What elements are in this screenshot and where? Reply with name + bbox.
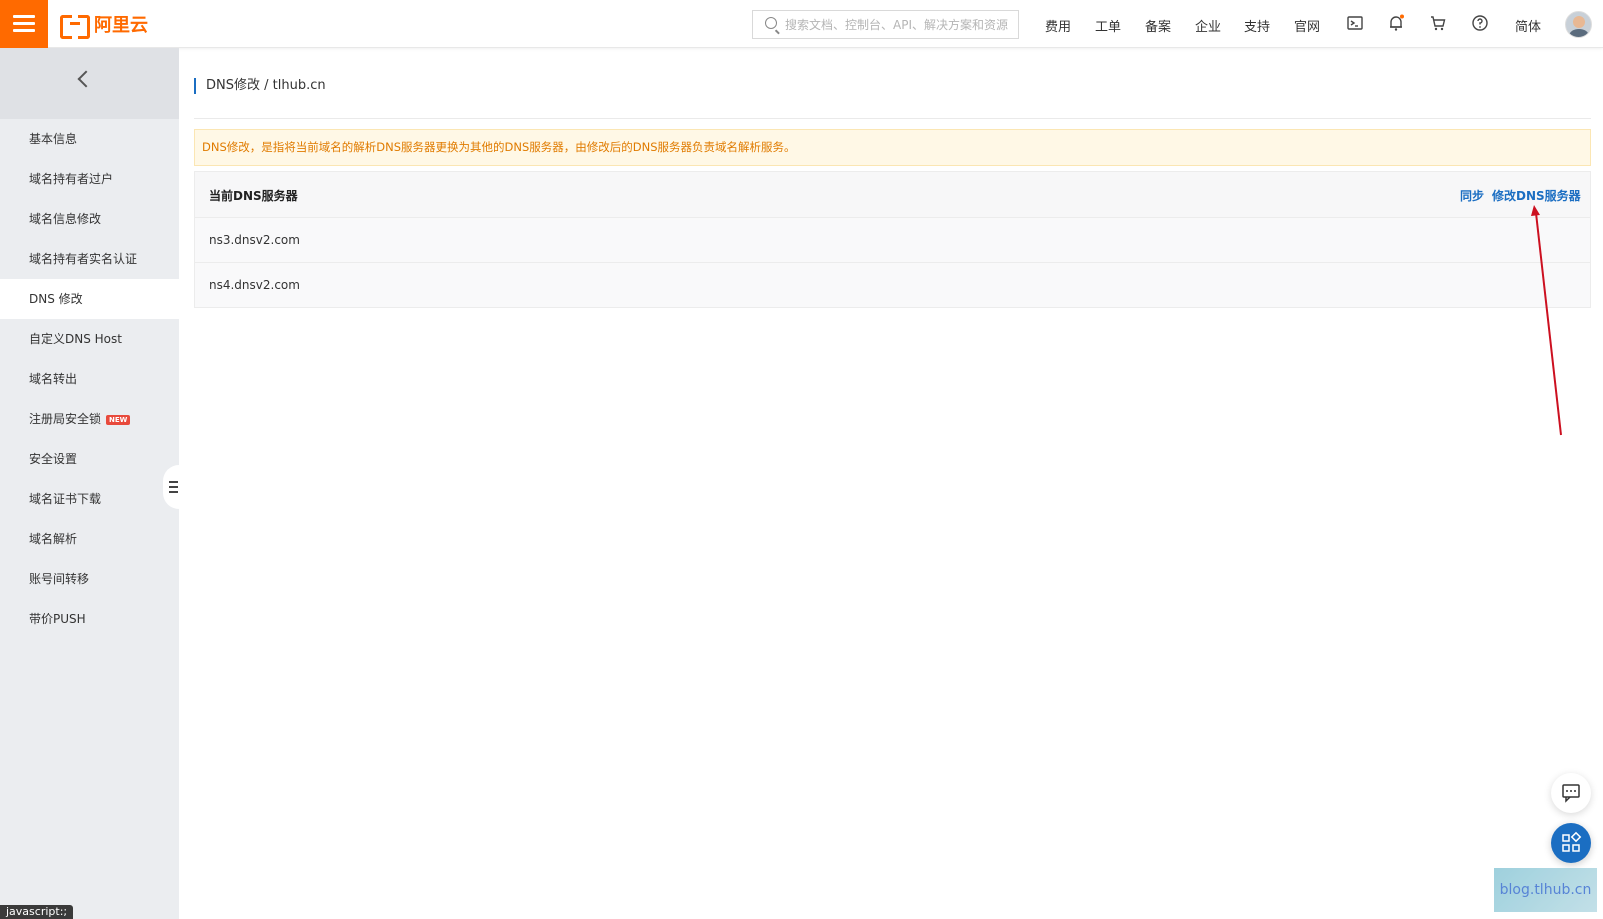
logo-text: 阿里云 [94,15,148,36]
hamburger-menu-button[interactable] [0,0,48,48]
help-icon[interactable] [1471,14,1489,32]
dns-table-title: 当前DNS服务器 [209,189,298,203]
language-switch[interactable]: 简体 [1515,16,1541,35]
chat-button[interactable] [1551,773,1591,813]
sidebar-item-account-transfer[interactable]: 账号间转移 [0,559,179,599]
sidebar-item-transfer-out[interactable]: 域名转出 [0,359,179,399]
nav-ticket[interactable]: 工单 [1095,16,1121,35]
sidebar-item-label: 域名证书下载 [29,492,102,506]
sidebar-item-basic-info[interactable]: 基本信息 [0,119,179,159]
sidebar-item-info-modify[interactable]: 域名信息修改 [0,199,179,239]
sidebar-item-label: 注册局安全锁 [29,412,102,426]
nav-billing[interactable]: 费用 [1045,16,1071,35]
sidebar-item-label: 安全设置 [29,452,78,466]
bell-icon[interactable] [1387,14,1405,32]
user-avatar[interactable] [1565,11,1592,38]
sidebar-item-registry-lock[interactable]: 注册局安全锁 NEW [0,399,179,439]
nav-enterprise[interactable]: 企业 [1195,16,1221,35]
sidebar-item-label: 域名解析 [29,532,78,546]
sidebar-item-label: 账号间转移 [29,572,90,586]
sidebar-item-dns-modify[interactable]: DNS 修改 [0,279,179,319]
chat-icon [1562,784,1580,803]
sidebar-item-label: 域名持有者过户 [29,172,114,186]
cart-icon[interactable] [1429,14,1447,32]
new-badge: NEW [106,415,131,425]
apps-grid-icon [1562,831,1582,852]
table-row: ns4.dnsv2.com [195,262,1590,307]
sidebar-item-custom-dns-host[interactable]: 自定义DNS Host [0,319,179,359]
table-row: ns3.dnsv2.com [195,217,1590,262]
sidebar-item-label: 域名转出 [29,372,78,386]
aliyun-logo-icon [60,15,90,39]
watermark: blog.tlhub.cn [1494,868,1597,912]
aliyun-logo[interactable]: 阿里云 [60,12,148,39]
nav-official-site[interactable]: 官网 [1294,16,1320,35]
back-button[interactable] [0,48,179,119]
nav-support[interactable]: 支持 [1244,16,1270,35]
notice-banner: DNS修改，是指将当前域名的解析DNS服务器更换为其他的DNS服务器，由修改后的… [194,129,1591,166]
dns-server-table: 当前DNS服务器 同步 修改DNS服务器 ns3.dnsv2.com ns4.d… [194,171,1591,308]
nav-filing[interactable]: 备案 [1145,16,1171,35]
sidebar-item-label: 域名持有者实名认证 [29,252,138,266]
terminal-icon[interactable] [1346,14,1364,32]
sidebar-item-label: 域名信息修改 [29,212,102,226]
modify-dns-link[interactable]: 修改DNS服务器 [1492,187,1581,204]
status-bar-url: javascript:; [0,905,74,919]
dns-table-header: 当前DNS服务器 同步 修改DNS服务器 [195,172,1590,217]
sidebar-item-priced-push[interactable]: 带价PUSH [0,599,179,639]
breadcrumb: DNS修改 / tlhub.cn [206,78,326,93]
sidebar: 基本信息 域名持有者过户 域名信息修改 域名持有者实名认证 DNS 修改 自定义… [0,48,179,919]
sidebar-collapse-handle[interactable] [163,465,179,509]
top-navbar: 阿里云 费用 工单 备案 企业 支持 官网 简体 [0,0,1603,48]
breadcrumb-accent [194,78,196,94]
search-box[interactable] [752,10,1019,39]
chevron-left-icon [77,70,95,88]
search-icon [765,17,777,29]
search-input[interactable] [785,15,1013,35]
sidebar-item-owner-transfer[interactable]: 域名持有者过户 [0,159,179,199]
annotation-arrow [1531,205,1562,436]
sidebar-item-security-settings[interactable]: 安全设置 [0,439,179,479]
sidebar-item-label: DNS 修改 [29,292,83,306]
sidebar-item-label: 自定义DNS Host [29,332,122,346]
divider [194,118,1591,119]
sidebar-item-label: 带价PUSH [29,612,86,626]
sidebar-item-label: 基本信息 [29,132,78,146]
sidebar-item-certificate-download[interactable]: 域名证书下载 [0,479,179,519]
sidebar-item-domain-resolve[interactable]: 域名解析 [0,519,179,559]
sidebar-item-real-name[interactable]: 域名持有者实名认证 [0,239,179,279]
apps-button[interactable] [1551,823,1591,863]
sync-link[interactable]: 同步 [1460,187,1484,204]
